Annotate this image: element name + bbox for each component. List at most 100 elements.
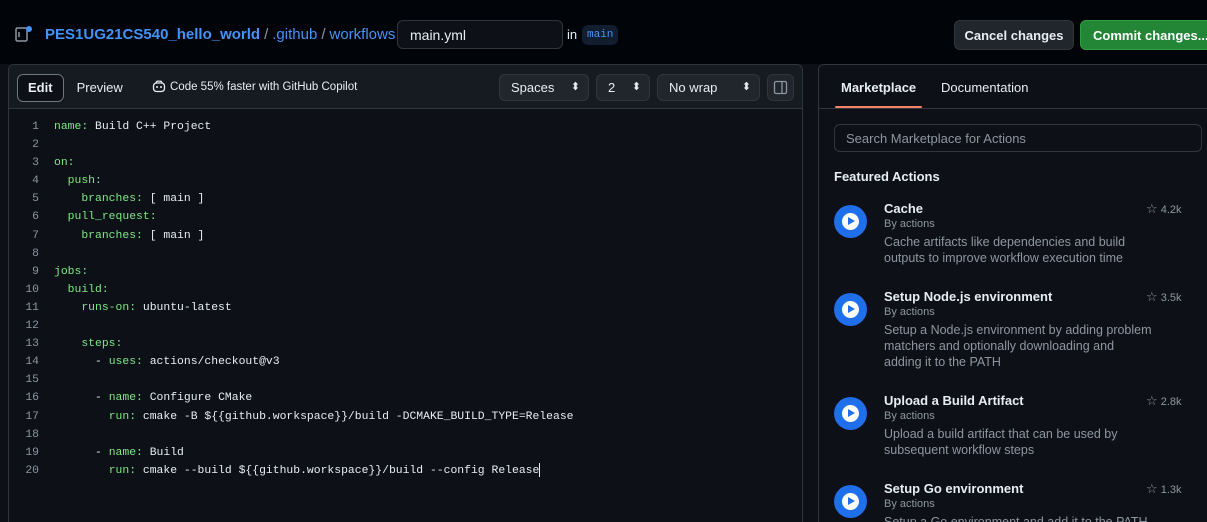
action-star-count: 1.3k (1160, 484, 1182, 496)
action-author: By actions (884, 306, 935, 318)
code-line[interactable]: 2 (9, 136, 802, 154)
line-number: 13 (25, 338, 39, 351)
file-code-icon[interactable] (15, 25, 33, 43)
tab-marketplace[interactable]: Marketplace (834, 80, 923, 108)
line-number: 10 (25, 283, 39, 296)
breadcrumb: PES1UG21CS540_hello_world / .github / wo… (45, 26, 408, 43)
code-line[interactable]: 14 - uses: actions/checkout@v3 (9, 353, 802, 371)
line-number: 5 (32, 193, 39, 206)
tab-documentation[interactable]: Documentation (941, 80, 1028, 95)
indent-mode-value: Spaces (511, 80, 555, 95)
code-line[interactable]: 11 runs-on: ubuntu-latest (9, 299, 802, 317)
line-number: 14 (25, 356, 39, 369)
yaml-key: uses: (108, 356, 143, 369)
yaml-key: steps: (81, 338, 123, 351)
code-line[interactable]: 18 (9, 426, 802, 444)
code-line[interactable]: 13 steps: (9, 335, 802, 353)
code-line[interactable]: 1 name: Build C++ Project (9, 118, 802, 136)
code-area[interactable]: 1 name: Build C++ Project 2 3 on: 4 push: 5 br… (9, 118, 802, 480)
yaml-value: actions/checkout@v3 (142, 356, 280, 369)
select-arrows-icon: ⬍ (570, 81, 580, 93)
yaml-key: build: (67, 283, 109, 296)
marketplace-panel: Marketplace Documentation Featured Actio… (818, 64, 1207, 522)
breadcrumb-separator: / (264, 26, 269, 43)
yaml-value: [ main ] (142, 193, 205, 206)
code-line[interactable]: 4 push: (9, 172, 802, 190)
filename-input[interactable] (397, 20, 563, 49)
yaml-key: branches: (81, 193, 143, 206)
yaml-value: [ main ] (142, 229, 205, 242)
yaml-key: on: (54, 157, 75, 170)
code-line[interactable]: 3 on: (9, 154, 802, 172)
indent-size-select[interactable]: 2 ⬍ (596, 74, 650, 101)
line-number: 3 (32, 157, 39, 170)
code-line[interactable]: 19 - name: Build (9, 444, 802, 462)
cancel-changes-button[interactable]: Cancel changes (954, 20, 1074, 50)
sidebar-toggle-button[interactable] (767, 74, 794, 101)
line-text: name: Build C++ Project (54, 118, 211, 136)
action-stars: ☆ 3.5k (1146, 289, 1182, 305)
tab-edit[interactable]: Edit (17, 74, 64, 102)
yaml-key: name: (54, 121, 89, 133)
edit-preview-tabs: Edit Preview (17, 74, 136, 102)
code-line[interactable]: 12 (9, 317, 802, 335)
action-name-link[interactable]: Cache (884, 201, 923, 216)
line-number: 16 (25, 392, 39, 405)
action-play-icon (834, 293, 867, 326)
action-play-icon (834, 205, 867, 238)
line-text: run: cmake -B ${{github.workspace}}/buil… (54, 408, 574, 426)
action-author: By actions (884, 410, 935, 422)
indent-mode-select[interactable]: Spaces ⬍ (499, 74, 589, 101)
line-text: run: cmake --build ${{github.workspace}}… (54, 462, 541, 480)
action-description: Setup a Go environment and add it to the… (884, 515, 1148, 522)
code-line[interactable]: 20 run: cmake --build ${{github.workspac… (9, 462, 802, 480)
code-line[interactable]: 15 (9, 371, 802, 389)
code-line[interactable]: 5 branches: [ main ] (9, 190, 802, 208)
action-play-icon (834, 397, 867, 430)
breadcrumb-repo-link[interactable]: PES1UG21CS540_hello_world (45, 26, 260, 43)
star-icon: ☆ (1146, 393, 1158, 408)
commit-changes-button[interactable]: Commit changes... (1080, 20, 1207, 50)
code-line[interactable]: 8 (9, 245, 802, 263)
code-line[interactable]: 6 pull_request: (9, 208, 802, 226)
breadcrumb-workflows-link[interactable]: workflows (329, 26, 395, 43)
wrap-mode-select[interactable]: No wrap ⬍ (657, 74, 760, 101)
line-number: 18 (25, 428, 39, 441)
action-author: By actions (884, 498, 935, 510)
line-number: 8 (32, 247, 39, 260)
wrap-mode-value: No wrap (669, 80, 718, 95)
line-text: - uses: actions/checkout@v3 (54, 353, 280, 371)
indent-size-value: 2 (608, 80, 616, 95)
code-line[interactable]: 17 run: cmake -B ${{github.workspace}}/b… (9, 408, 802, 426)
action-name-link[interactable]: Setup Go environment (884, 481, 1023, 496)
yaml-value: cmake -B ${{github.workspace}}/build -DC… (136, 410, 574, 423)
yaml-key: run: (108, 410, 137, 423)
yaml-key: name: (108, 392, 143, 405)
yaml-key: jobs: (54, 265, 89, 278)
star-icon: ☆ (1146, 201, 1158, 216)
line-text: branches: [ main ] (54, 227, 204, 245)
line-text: - name: Build (54, 444, 184, 462)
code-line[interactable]: 10 build: (9, 281, 802, 299)
action-stars: ☆ 2.8k (1146, 393, 1182, 409)
featured-actions-heading: Featured Actions (834, 169, 940, 184)
line-number: 7 (32, 229, 39, 242)
code-line[interactable]: 9 jobs: (9, 263, 802, 281)
line-number: 9 (32, 265, 39, 278)
yaml-key: push: (67, 175, 102, 188)
code-line[interactable]: 16 - name: Configure CMake (9, 389, 802, 407)
action-play-icon (834, 485, 867, 518)
code-line[interactable]: 7 branches: [ main ] (9, 227, 802, 245)
breadcrumb-github-link[interactable]: .github (272, 26, 317, 43)
action-star-count: 2.8k (1160, 396, 1182, 408)
branch-badge: main (582, 25, 619, 45)
tab-preview[interactable]: Preview (63, 74, 136, 102)
marketplace-search-input[interactable] (834, 124, 1202, 152)
yaml-value: Build C++ Project (88, 121, 212, 133)
line-text: on: (54, 154, 75, 172)
copilot-promo-link[interactable]: Code 55% faster with GitHub Copilot (152, 80, 357, 93)
action-name-link[interactable]: Upload a Build Artifact (884, 393, 1024, 408)
action-name-link[interactable]: Setup Node.js environment (884, 289, 1052, 304)
